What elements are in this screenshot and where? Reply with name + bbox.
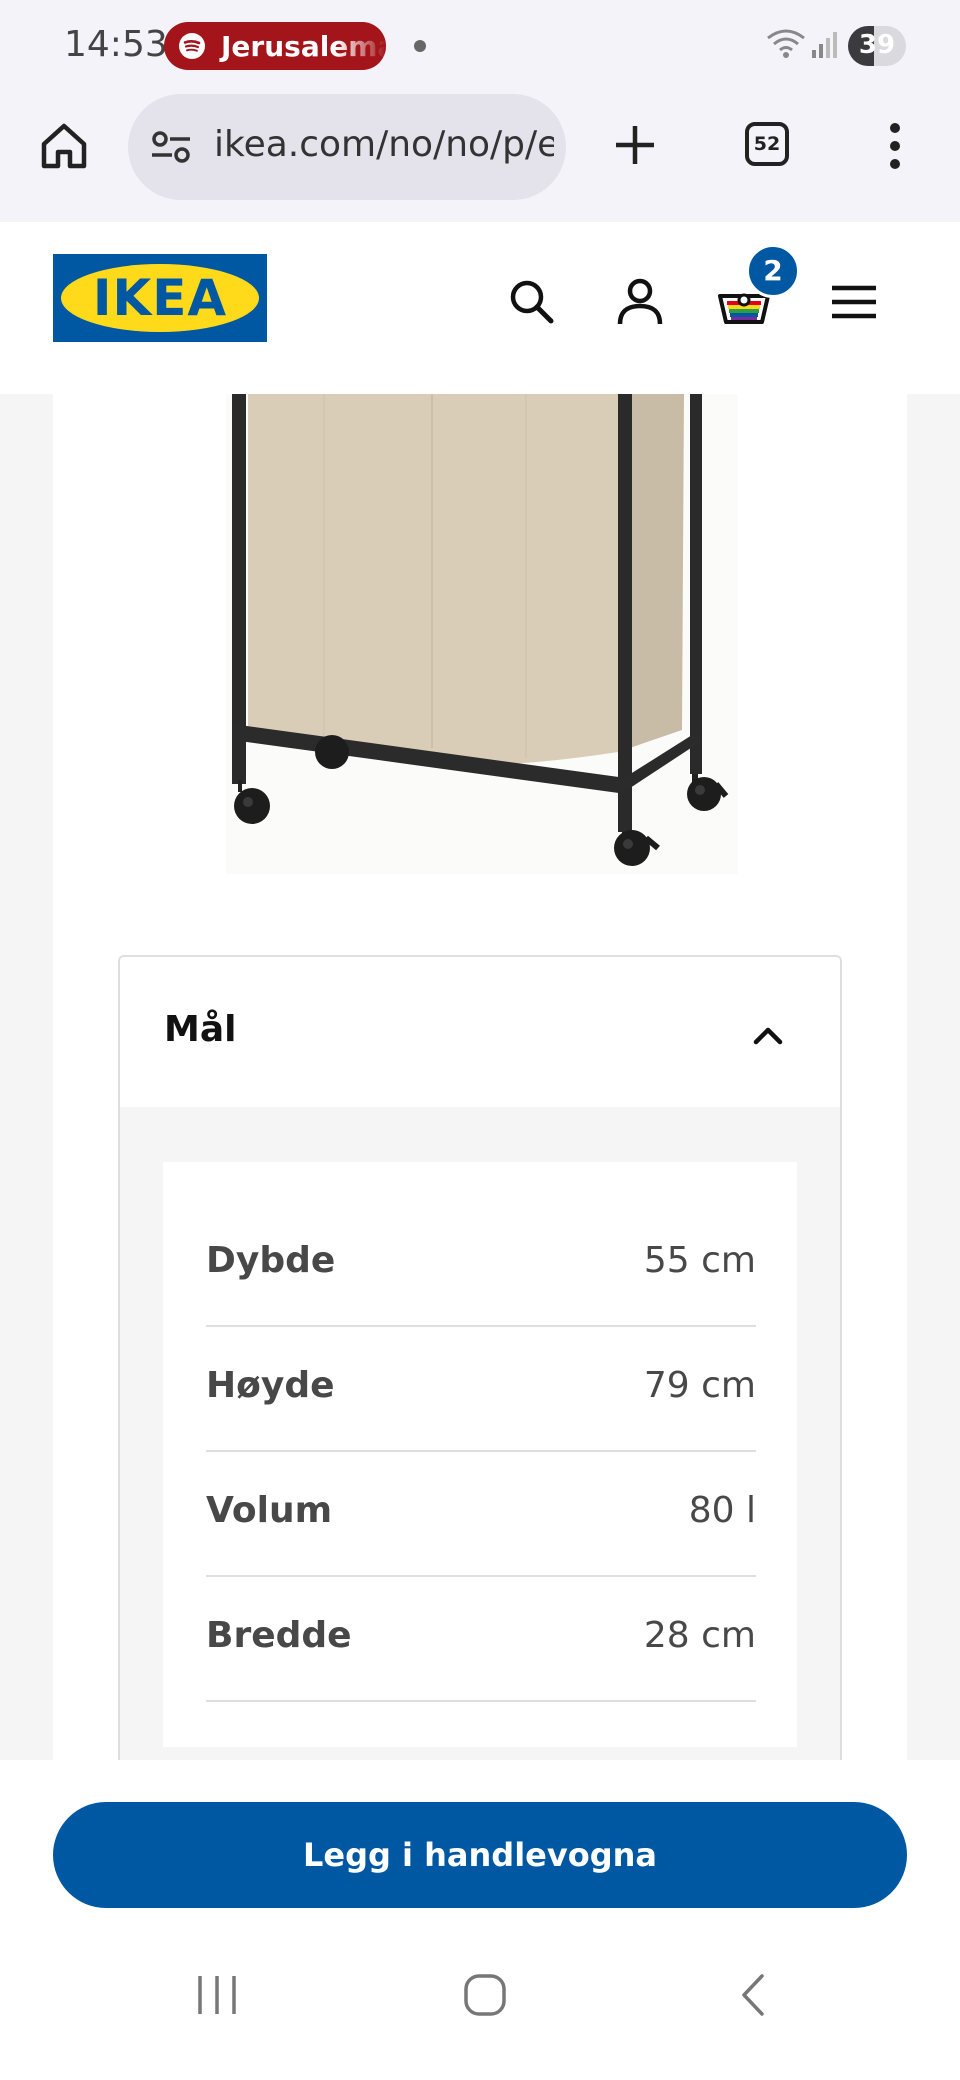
hamburger-menu-icon[interactable] [826,274,882,330]
chevron-up-icon[interactable] [748,1015,788,1055]
product-image [226,394,738,874]
back-icon[interactable] [738,1972,768,2018]
sticky-buy-bar: Legg i handlevogna [0,1760,960,1930]
dimensions-accordion: Mål Dybde 55 cm Høyde 79 cm Volum 80 l B… [118,955,842,1775]
dimension-label: Bredde [206,1615,352,1656]
recents-icon[interactable] [194,1972,240,2018]
dimension-value: 79 cm [643,1365,756,1406]
signal-icon [812,32,837,58]
cart-count-badge: 2 [746,244,800,298]
browser-toolbar: ikea.com/no/no/p/e 52 [0,90,960,224]
spotify-icon [179,33,205,59]
status-bar: 14:53 Jerusalema 39 [0,0,960,90]
dimension-label: Dybde [206,1240,336,1281]
new-tab-icon[interactable] [610,120,660,170]
dimensions-accordion-header[interactable]: Mål [120,957,840,1107]
dimension-row-depth: Dybde 55 cm [206,1200,756,1327]
search-icon[interactable] [504,274,560,330]
dimension-label: Volum [206,1490,333,1531]
account-icon[interactable] [612,274,668,330]
dimension-row-height: Høyde 79 cm [206,1325,756,1452]
dimension-value: 28 cm [643,1615,756,1656]
dimensions-title: Mål [164,1009,237,1050]
dimension-row-volume: Volum 80 l [206,1450,756,1577]
home-icon[interactable] [38,120,90,172]
media-pill-fade [336,22,386,70]
site-header: IKEA 2 [0,222,960,394]
dimension-row-width: Bredde 28 cm [206,1575,756,1702]
dimension-label: Høyde [206,1365,335,1406]
battery-icon: 39 [848,26,906,66]
tab-count: 52 [753,133,781,155]
ikea-logo[interactable]: IKEA [53,254,267,342]
home-nav-icon[interactable] [462,1972,508,2018]
battery-percent: 39 [858,30,896,60]
add-to-cart-button[interactable]: Legg i handlevogna [53,1802,907,1908]
dimensions-panel: Dybde 55 cm Høyde 79 cm Volum 80 l Bredd… [163,1162,797,1747]
tab-switcher-icon[interactable]: 52 [745,122,789,166]
more-menu-icon[interactable] [880,120,910,172]
system-navigation-bar [0,1930,960,2080]
logo-text: IKEA [92,269,228,327]
wifi-icon [767,29,805,58]
media-pill[interactable]: Jerusalema [164,22,386,70]
dimension-value: 55 cm [643,1240,756,1281]
url-text[interactable]: ikea.com/no/no/p/e [214,124,554,165]
address-bar[interactable]: ikea.com/no/no/p/e [128,94,566,200]
site-settings-icon[interactable] [150,130,192,164]
dimension-value: 80 l [688,1490,756,1531]
notification-dot-icon [414,40,426,52]
status-time: 14:53 [64,24,168,65]
